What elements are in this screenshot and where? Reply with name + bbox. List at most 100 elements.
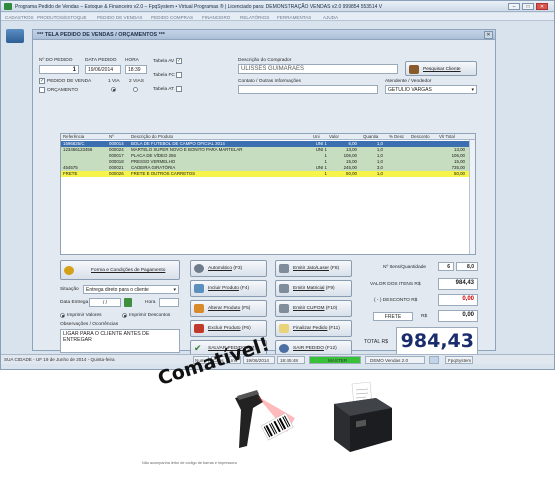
one-via-radio[interactable] bbox=[111, 87, 116, 92]
frete-field[interactable]: 0,00 bbox=[438, 310, 478, 322]
maximize-button[interactable]: □ bbox=[522, 3, 534, 10]
chevron-down-icon: ▾ bbox=[471, 87, 474, 93]
edit-product-button[interactable]: Alterar Produto (F5) bbox=[190, 300, 267, 317]
col-total: Vlr Total bbox=[439, 134, 455, 139]
hora-field[interactable] bbox=[159, 298, 179, 307]
frete-label: FRETE bbox=[373, 312, 413, 321]
col-quantia: Quantia bbox=[363, 134, 379, 139]
menu-bar: CADASTROS PRODUTOS/ESTOQUE PEDIDO DE VEN… bbox=[1, 13, 554, 21]
close-window-button[interactable]: ✕ bbox=[536, 3, 548, 10]
discount-field[interactable]: 0,00 bbox=[438, 294, 478, 306]
menu-pedido-vendas[interactable]: PEDIDO DE VENDAS bbox=[97, 15, 142, 20]
finish-order-button[interactable]: Finalizar Pedido (F11) bbox=[275, 320, 352, 337]
tabela-fc-label: Tabela FC bbox=[153, 73, 175, 78]
col-desconto: Desconto bbox=[411, 134, 430, 139]
col-numero: Nº bbox=[109, 134, 114, 139]
search-client-icon bbox=[409, 65, 419, 74]
cell-n: 000018 bbox=[109, 159, 124, 164]
cell-desc: PRESSO VERMELHO bbox=[131, 159, 176, 164]
cell-uni: UNI 1 bbox=[315, 147, 327, 152]
status-time: 18:45:48 bbox=[277, 356, 305, 364]
client-field[interactable]: ULISSES GUIMARAES bbox=[238, 64, 398, 74]
menu-financeiro[interactable]: FINANCEIRO bbox=[202, 15, 230, 20]
col-valor: Valor bbox=[329, 134, 339, 139]
matrix-printer-icon bbox=[279, 284, 289, 293]
printer-icon bbox=[279, 264, 289, 273]
cell-ref: 454575 bbox=[63, 165, 78, 170]
calendar-icon[interactable] bbox=[124, 298, 132, 307]
cell-qty: 3,0 bbox=[376, 165, 383, 170]
include-product-label: Incluir Produto bbox=[208, 286, 239, 291]
cell-total: 50,00 bbox=[454, 171, 465, 176]
delete-product-key: (F6) bbox=[241, 326, 251, 331]
automatic-button[interactable]: Automático (F3) bbox=[190, 260, 267, 277]
include-product-button[interactable]: Incluir Produto (F4) bbox=[190, 280, 267, 297]
tabela-fc-checkbox[interactable] bbox=[176, 72, 182, 78]
minimize-button[interactable]: – bbox=[508, 3, 520, 10]
print-discounts-radio[interactable] bbox=[122, 313, 127, 318]
menu-relatorios[interactable]: RELATÓRIOS bbox=[240, 15, 269, 20]
exit-icon bbox=[279, 344, 289, 353]
table-row[interactable]: FRETE 000026 FRETE E OUTROS CARRETOS 1 50,00… bbox=[61, 171, 475, 177]
cell-desc: BOLA DE FUTEBOL DE CAMPO OFICIAL 2014 bbox=[131, 141, 225, 146]
cell-qty: 1,0 bbox=[376, 159, 383, 164]
dialog-title: *** TELA PEDIDO DE VENDAS / ORÇAMENTOS *… bbox=[37, 32, 165, 38]
receipt-printer-icon bbox=[279, 304, 289, 313]
print-matrix-button[interactable]: Emitir Matricial (F9) bbox=[275, 280, 352, 297]
cell-total: 15,00 bbox=[454, 159, 465, 164]
pedido-venda-checkbox[interactable]: ✓ bbox=[39, 78, 45, 84]
status-info-icon bbox=[429, 356, 439, 364]
orcamento-checkbox[interactable] bbox=[39, 87, 45, 93]
delivery-date-field[interactable]: / / bbox=[89, 298, 121, 307]
order-date-field[interactable]: 19/06/2014 bbox=[85, 65, 121, 74]
cell-n: 000021 bbox=[109, 165, 124, 170]
tabela-at-label: Tabela AT bbox=[153, 87, 174, 92]
cell-val: 15,00 bbox=[346, 159, 357, 164]
contact-field[interactable] bbox=[238, 85, 378, 94]
cell-qty: 1,0 bbox=[376, 171, 383, 176]
cell-n: 000024 bbox=[109, 147, 124, 152]
order-number-field[interactable]: 1 bbox=[39, 65, 79, 74]
desktop-shortcut-icon[interactable] bbox=[6, 29, 24, 43]
two-via-radio[interactable] bbox=[133, 87, 138, 92]
cell-uni: UNI 1 bbox=[315, 141, 327, 146]
promo-caption: Não acompanha leitor de código de barras… bbox=[142, 461, 237, 465]
print-coupon-button[interactable]: Emitir CUPOM (F10) bbox=[275, 300, 352, 317]
include-product-key: (F4) bbox=[240, 286, 250, 291]
observations-field[interactable]: LIGAR PARA O CLIENTE ANTES DE ENTREGAR bbox=[60, 329, 180, 353]
menu-ajuda[interactable]: AJUDA bbox=[323, 15, 338, 20]
quantity-total-value: 8,0 bbox=[456, 262, 478, 271]
finish-order-label: Finalizar Pedido bbox=[293, 326, 328, 331]
situacao-select[interactable]: Entrega direto para o cliente ▾ bbox=[83, 285, 179, 294]
print-laser-button[interactable]: Emitir Jato/Laser (F8) bbox=[275, 260, 352, 277]
print-values-radio[interactable] bbox=[60, 313, 65, 318]
cell-uni: 1 bbox=[324, 153, 327, 158]
include-product-icon bbox=[194, 284, 204, 293]
exit-order-key: (F12) bbox=[325, 346, 337, 351]
menu-cadastros[interactable]: CADASTROS bbox=[5, 15, 34, 20]
print-matrix-label: Emitir Matricial bbox=[293, 286, 325, 291]
menu-pedido-compras[interactable]: PEDIDO COMPRAS bbox=[151, 15, 193, 20]
order-number-label: Nº DO PEDIDO bbox=[39, 58, 73, 63]
delete-product-button[interactable]: Excluir Produto (F6) bbox=[190, 320, 267, 337]
order-date-label: DATA PEDIDO bbox=[85, 58, 117, 63]
app-logo-icon bbox=[4, 3, 12, 10]
search-client-button[interactable]: Pesquisar Cliente bbox=[405, 61, 477, 76]
payment-conditions-button[interactable]: Forma e Condições de Pagamento bbox=[60, 260, 180, 280]
client-label: Descrição do Comprador bbox=[238, 58, 292, 63]
seller-select[interactable]: GETULIO VARGAS ▾ bbox=[385, 85, 477, 94]
tabela-av-checkbox[interactable]: ✓ bbox=[176, 58, 182, 64]
items-count-value: 6 bbox=[438, 262, 454, 271]
menu-ferramentas[interactable]: FERRAMENTAS bbox=[277, 15, 311, 20]
tabela-at-checkbox[interactable] bbox=[176, 86, 182, 92]
order-time-field[interactable]: 18:39 bbox=[125, 65, 147, 74]
menu-produtos[interactable]: PRODUTOS/ESTOQUE bbox=[37, 15, 87, 20]
dialog-close-button[interactable]: ✕ bbox=[484, 31, 493, 39]
payment-conditions-label: Forma e Condições de Pagamento bbox=[91, 268, 166, 273]
pedido-venda-label: PEDIDO DE VENDA bbox=[47, 79, 92, 84]
cell-n: 000014 bbox=[109, 141, 124, 146]
print-coupon-label: Emitir CUPOM bbox=[293, 306, 325, 311]
table-scrollbar[interactable] bbox=[469, 140, 475, 254]
orcamento-label: ORÇAMENTO bbox=[47, 88, 79, 93]
total-label: TOTAL R$ bbox=[364, 339, 389, 345]
